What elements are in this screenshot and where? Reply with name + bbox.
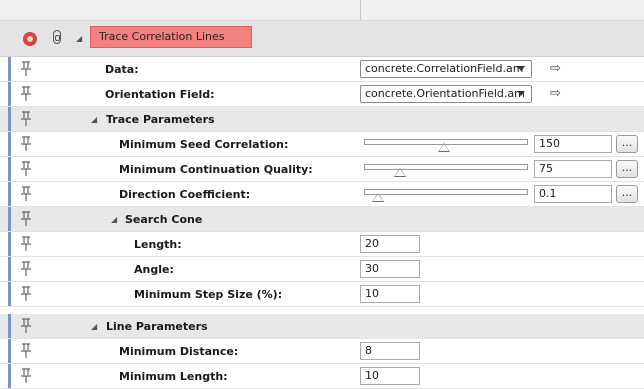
group-row-trace-parameters[interactable]: ◢ Trace Parameters: [0, 107, 644, 132]
port-indicator: [8, 232, 11, 256]
slider-track[interactable]: [364, 164, 528, 170]
connect-arrow-icon[interactable]: ⇨: [550, 62, 561, 75]
slider-thumb[interactable]: [372, 193, 385, 202]
direction-coefficient-slider[interactable]: [364, 186, 528, 202]
pin-icon[interactable]: [20, 86, 32, 102]
length-label: Length:: [134, 238, 182, 251]
group-label: Trace Parameters: [106, 113, 215, 126]
collapse-triangle-icon[interactable]: ◢: [111, 215, 117, 224]
collapse-triangle-icon[interactable]: ◢: [76, 34, 82, 43]
port-row-data: Data: concrete.CorrelationField.am ⇨: [0, 57, 644, 82]
param-row-min-step: Minimum Step Size (%): 10: [0, 282, 644, 307]
group-row-line-parameters[interactable]: ◢ Line Parameters: [0, 314, 644, 339]
pin-icon[interactable]: [20, 343, 32, 359]
param-row-direction-coefficient: Direction Coefficient: 0.1 ...: [0, 182, 644, 207]
min-step-label: Minimum Step Size (%):: [134, 288, 283, 301]
direction-coefficient-label: Direction Coefficient:: [119, 188, 251, 201]
length-input[interactable]: 20: [360, 235, 420, 253]
port-indicator: [8, 364, 11, 388]
param-row-length: Length: 20: [0, 232, 644, 257]
port-indicator: [8, 257, 11, 281]
min-length-label: Minimum Length:: [119, 370, 228, 383]
pin-icon[interactable]: [20, 61, 32, 77]
orientation-label: Orientation Field:: [105, 88, 215, 101]
min-continuation-slider[interactable]: [364, 161, 528, 177]
orientation-dropdown-value: concrete.OrientationField.am: [365, 87, 525, 100]
slider-thumb[interactable]: [437, 143, 450, 152]
min-distance-input[interactable]: 8: [360, 342, 420, 360]
port-indicator: [8, 82, 11, 106]
min-seed-more-button[interactable]: ...: [616, 135, 638, 153]
port-indicator: [8, 282, 11, 306]
port-indicator: [8, 182, 11, 206]
pin-icon[interactable]: [20, 261, 32, 277]
pin-icon[interactable]: [20, 111, 32, 127]
orientation-dropdown[interactable]: concrete.OrientationField.am: [360, 85, 532, 103]
direction-coefficient-input[interactable]: 0.1: [534, 185, 612, 203]
direction-coefficient-more-button[interactable]: ...: [616, 185, 638, 203]
min-continuation-label: Minimum Continuation Quality:: [119, 163, 313, 176]
port-indicator: [8, 57, 11, 81]
collapse-triangle-icon[interactable]: ◢: [91, 115, 97, 124]
data-dropdown-value: concrete.CorrelationField.am: [365, 62, 524, 75]
group-label: Search Cone: [125, 213, 203, 226]
pin-icon[interactable]: [20, 161, 32, 177]
pin-icon[interactable]: [20, 211, 32, 227]
param-row-min-distance: Minimum Distance: 8: [0, 339, 644, 364]
min-seed-input[interactable]: 150: [534, 135, 612, 153]
min-continuation-input[interactable]: 75: [534, 160, 612, 178]
min-distance-label: Minimum Distance:: [119, 345, 239, 358]
angle-input[interactable]: 30: [360, 260, 420, 278]
pin-icon[interactable]: [20, 286, 32, 302]
pin-icon[interactable]: [20, 136, 32, 152]
angle-label: Angle:: [134, 263, 174, 276]
pin-icon[interactable]: [20, 318, 32, 334]
port-row-orientation: Orientation Field: concrete.OrientationF…: [0, 82, 644, 107]
module-label[interactable]: Trace Correlation Lines: [90, 26, 252, 48]
data-dropdown[interactable]: concrete.CorrelationField.am: [360, 60, 532, 78]
pin-icon[interactable]: [20, 368, 32, 384]
slider-track[interactable]: [364, 189, 528, 195]
column-separator: [360, 0, 361, 20]
collapse-triangle-icon[interactable]: ◢: [91, 322, 97, 331]
chevron-down-icon: [517, 66, 525, 71]
min-step-input[interactable]: 10: [360, 285, 420, 303]
min-length-input[interactable]: 10: [360, 367, 420, 385]
param-row-min-seed: Minimum Seed Correlation: 150 ...: [0, 132, 644, 157]
port-indicator: [8, 132, 11, 156]
port-indicator: [8, 157, 11, 181]
group-label: Line Parameters: [106, 320, 208, 333]
min-seed-label: Minimum Seed Correlation:: [119, 138, 289, 151]
link-icon[interactable]: [53, 30, 61, 44]
min-seed-slider[interactable]: [364, 136, 528, 152]
param-row-min-continuation: Minimum Continuation Quality: 75 ...: [0, 157, 644, 182]
data-label: Data:: [105, 63, 139, 76]
port-indicator: [8, 107, 11, 131]
pin-icon[interactable]: [20, 186, 32, 202]
min-continuation-more-button[interactable]: ...: [616, 160, 638, 178]
slider-thumb[interactable]: [393, 168, 406, 177]
chevron-down-icon: [517, 91, 525, 96]
port-indicator: [8, 339, 11, 363]
connect-arrow-icon[interactable]: ⇨: [550, 87, 561, 100]
group-row-search-cone[interactable]: ◢ Search Cone: [0, 207, 644, 232]
param-row-angle: Angle: 30: [0, 257, 644, 282]
port-indicator: [8, 207, 11, 231]
gear-icon[interactable]: [23, 32, 37, 46]
panel-header: [0, 0, 644, 21]
param-row-min-length: Minimum Length: 10: [0, 364, 644, 389]
port-indicator: [8, 314, 11, 338]
pin-icon[interactable]: [20, 236, 32, 252]
